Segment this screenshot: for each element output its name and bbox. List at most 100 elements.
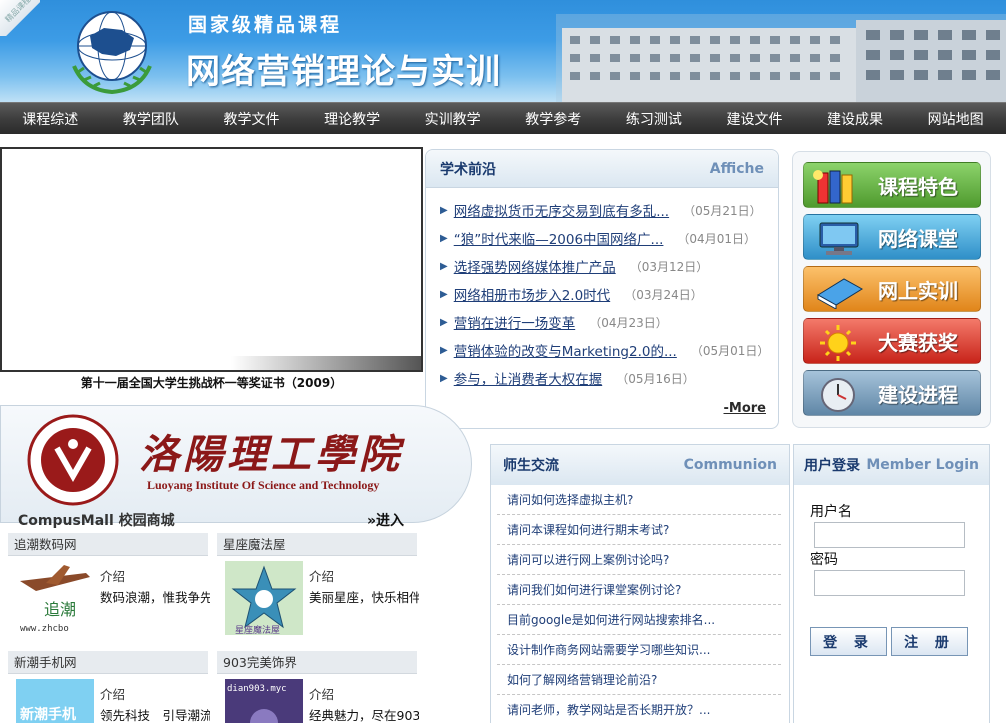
site-subtitle: 国家级精品课程 [188,14,343,36]
nav-item-theory-teaching[interactable]: 理论教学 [302,109,403,129]
academic-news-panel: 学术前沿 Affiche ▶ 网络虚拟货币无序交易到底有多乱... （05月21日）… [425,149,779,429]
news-date: （03月12日） [629,259,709,274]
feature-buttons-panel: 课程特色 网络课堂 网上实训 大赛获奖 建设进程 [792,151,991,428]
news-date: （05月21日） [683,203,762,218]
arrow-right-icon: ▶ [440,316,448,328]
communion-item[interactable]: 请问我们如何进行课堂案例讨论? [497,575,781,605]
news-link[interactable]: 参与，让消费者大权在握 [454,368,603,388]
clock-icon [821,378,855,412]
login-button[interactable]: 登 录 [810,627,887,656]
campus-mall-title: CompusMall 校园商城 [18,513,175,529]
shop-name[interactable]: 新潮手机网 [8,651,208,674]
news-link[interactable]: 营销在进行一场变革 [454,312,576,332]
news-link[interactable]: 营销体验的改变与Marketing2.0的... [454,340,677,360]
shop-description: 数码浪潮，惟我争先 [100,590,210,605]
svg-text:dian903.myc: dian903.myc [227,684,287,694]
nav-item-teaching-team[interactable]: 教学团队 [101,109,202,129]
course-features-button[interactable]: 课程特色 [803,162,981,208]
shop-thumbnail-airplane[interactable]: 追潮 www.zhcbo [16,561,94,635]
college-emblem-icon [27,414,119,506]
news-item: ▶ 网络相册市场步入2.0时代 （03月24日） [440,280,778,308]
double-chevron-right-icon: » [366,513,376,529]
password-label: 密码 [810,552,838,568]
globe-logo-icon [72,11,152,94]
shop-card[interactable]: 新潮手机网 新潮手机 介绍 领先科技 引导潮流 [8,651,210,723]
communion-item[interactable]: 请问如何选择虚拟主机? [497,485,781,515]
certificate-image-frame[interactable] [0,147,423,372]
news-more-link[interactable]: -More [724,401,767,416]
nav-item-exercises[interactable]: 练习测试 [604,109,705,129]
arrow-right-icon: ▶ [440,372,448,384]
shop-name[interactable]: 星座魔法屋 [217,533,417,556]
news-link[interactable]: “狼”时代来临—2006中国网络广... [454,228,664,248]
campus-mall-header: CompusMall 校园商城 »进入 [0,508,410,532]
news-date: （05月01日） [690,343,770,358]
username-input[interactable] [814,522,965,548]
news-item: ▶ 网络虚拟货币无序交易到底有多乱... （05月21日） [440,196,778,224]
academic-news-title: 学术前沿 [440,161,496,178]
shop-thumbnail-phone[interactable]: 新潮手机 [16,679,94,723]
svg-text:追潮: 追潮 [44,600,76,619]
college-name-chinese: 洛陽理工學院 [139,431,403,478]
shop-description: 美丽星座，快乐相伴 [309,590,419,605]
shop-description: 经典魅力，尽在903 [309,708,419,723]
member-login-header: 用户登录 Member Login [794,445,989,485]
news-link[interactable]: 选择强势网络媒体推广产品 [454,256,616,276]
nav-item-practical-training[interactable]: 实训教学 [402,109,503,129]
nav-item-achievements[interactable]: 建设成果 [805,109,906,129]
arrow-right-icon: ▶ [440,204,448,216]
news-link[interactable]: 网络相册市场步入2.0时代 [454,284,610,304]
password-input[interactable] [814,570,965,596]
shop-card[interactable]: 追潮数码网 追潮 www.zhcbo 介绍 数码浪潮，惟我争先 [8,533,210,635]
nav-item-teaching-reference[interactable]: 教学参考 [503,109,604,129]
register-button[interactable]: 注 册 [891,627,968,656]
communion-title: 师生交流 [503,458,559,474]
college-banner[interactable]: 洛陽理工學院 Luoyang Institute Of Science and … [0,405,472,523]
communion-title-en: Communion [683,457,777,473]
college-name-english: Luoyang Institute Of Science and Technol… [147,478,380,492]
nav-item-teaching-docs[interactable]: 教学文件 [201,109,302,129]
site-title: 网络营销理论与实训 [186,52,501,92]
quality-course-badge: 精品课程 [0,0,40,36]
image-caption-fade [231,356,421,370]
news-date: （05月16日） [616,371,695,386]
shop-intro-label: 介绍 [100,569,126,584]
shop-card[interactable]: 903完美饰界 dian903.myc 介绍 经典魅力，尽在903 [217,651,419,723]
nav-item-course-overview[interactable]: 课程综述 [0,109,101,129]
communion-list: 请问如何选择虚拟主机? 请问本课程如何进行期末考试? 请问可以进行网上案例讨论吗… [491,485,789,723]
competition-awards-button[interactable]: 大赛获奖 [803,318,981,364]
communion-item[interactable]: 如何了解网络营销理论前沿? [497,665,781,695]
communion-header: 师生交流 Communion [491,445,789,485]
news-link[interactable]: 网络虚拟货币无序交易到底有多乱... [454,200,669,220]
nav-item-sitemap[interactable]: 网站地图 [905,109,1006,129]
communion-item[interactable]: 设计制作商务网站需要学习哪些知识... [497,635,781,665]
member-login-title-en: Member Login [866,457,979,473]
shop-name[interactable]: 追潮数码网 [8,533,208,556]
news-item: ▶ 营销体验的改变与Marketing2.0的... （05月01日） [440,336,778,364]
username-label: 用户名 [810,504,852,520]
shop-name[interactable]: 903完美饰界 [217,651,417,674]
shop-thumbnail-star[interactable]: 星座魔法屋 [225,561,303,635]
news-item: ▶ 参与，让消费者大权在握 （05月16日） [440,364,778,392]
site-header: 精品课程 国家级精品课程 网络营销理论与实训 [0,0,1006,102]
communion-item[interactable]: 目前google是如何进行网站搜索排名... [497,605,781,635]
construction-progress-button[interactable]: 建设进程 [803,370,981,416]
communion-item[interactable]: 请问可以进行网上案例讨论吗? [497,545,781,575]
arrow-right-icon: ▶ [440,232,448,244]
monitor-icon [819,222,859,255]
svg-text:www.zhcbo: www.zhcbo [20,624,69,634]
communion-item[interactable]: 请问老师，教学网站是否长期开放？... [497,695,781,723]
news-date: （04月01日） [677,231,756,246]
communion-item[interactable]: 请问本课程如何进行期末考试? [497,515,781,545]
shop-thumbnail-accessories[interactable]: dian903.myc [225,679,303,723]
shop-card[interactable]: 星座魔法屋 星座魔法屋 介绍 美丽星座，快乐相伴 [217,533,419,635]
news-date: （03月24日） [624,287,703,302]
shop-intro-label: 介绍 [100,687,126,702]
online-training-button[interactable]: 网上实训 [803,266,981,312]
shop-intro-label: 介绍 [309,569,335,584]
nav-item-construction-docs[interactable]: 建设文件 [704,109,805,129]
campus-building-image [556,14,1006,102]
online-classroom-button[interactable]: 网络课堂 [803,214,981,260]
academic-news-list: ▶ 网络虚拟货币无序交易到底有多乱... （05月21日） ▶ “狼”时代来临—200… [426,188,778,392]
campus-mall-enter-link[interactable]: »进入 [367,510,404,530]
